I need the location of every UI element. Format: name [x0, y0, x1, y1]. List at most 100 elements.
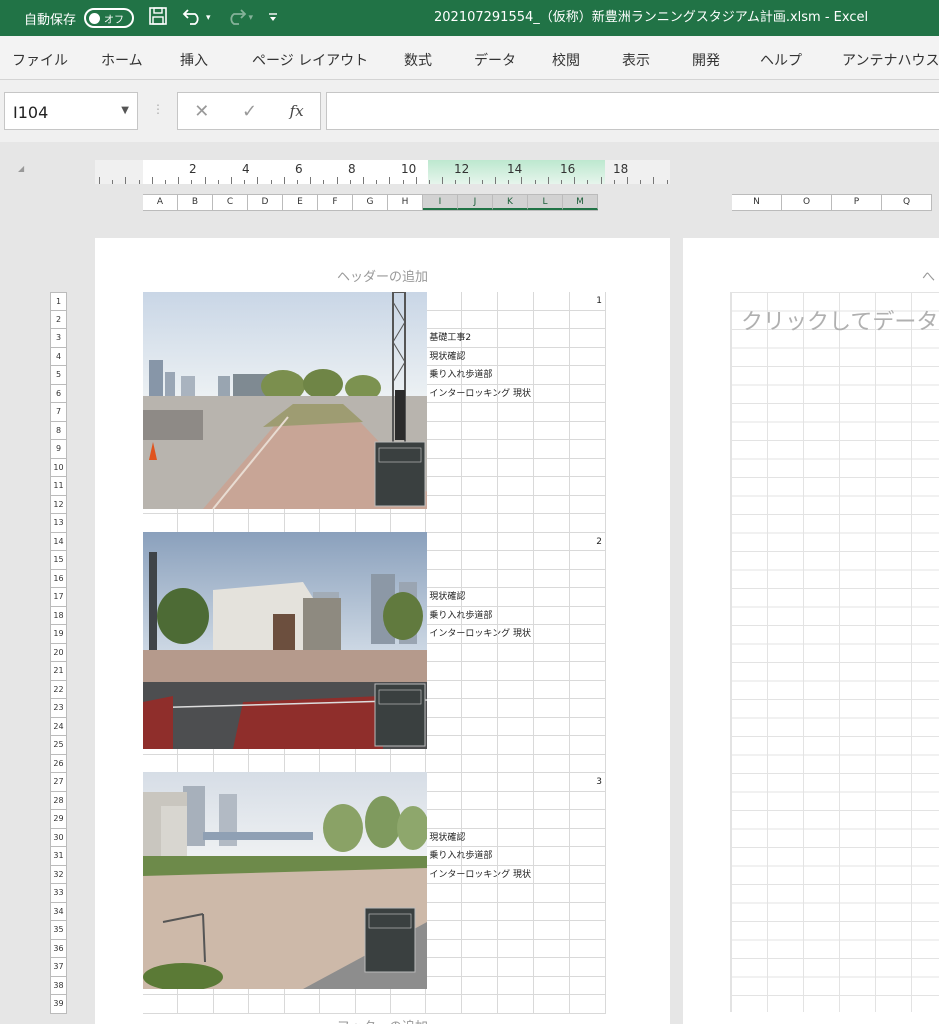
cell[interactable]	[534, 884, 571, 903]
cell[interactable]	[143, 995, 179, 1014]
cell[interactable]	[462, 366, 499, 385]
row-header[interactable]: 4	[50, 347, 67, 366]
page2-header-hint[interactable]: へ	[922, 266, 935, 285]
tab-review[interactable]: 校閲	[552, 50, 580, 70]
cell[interactable]	[570, 551, 606, 570]
cell[interactable]	[462, 421, 499, 440]
cell[interactable]	[498, 310, 535, 329]
tab-home[interactable]: ホーム	[101, 50, 143, 70]
cell[interactable]	[570, 921, 606, 940]
cell[interactable]	[355, 514, 391, 533]
column-header[interactable]: P	[832, 195, 882, 210]
cell[interactable]	[570, 310, 606, 329]
cell[interactable]	[143, 514, 179, 533]
cell[interactable]	[249, 754, 285, 773]
column-header[interactable]: E	[283, 195, 318, 210]
cell[interactable]	[570, 366, 607, 385]
cell[interactable]	[534, 680, 571, 699]
cell[interactable]	[143, 754, 179, 773]
cell[interactable]	[498, 440, 535, 459]
description-cell[interactable]: インターロッキング 現状	[426, 865, 531, 884]
cell[interactable]	[534, 440, 571, 459]
cell[interactable]	[390, 995, 427, 1014]
cell[interactable]	[462, 958, 499, 977]
row-header[interactable]: 30	[50, 828, 67, 847]
description-cell[interactable]: 乗り入れ歩道部	[426, 366, 492, 385]
cell[interactable]	[534, 791, 571, 810]
column-header[interactable]: Q	[882, 195, 932, 210]
photo-number-cell[interactable]: 2	[570, 532, 606, 551]
row-header[interactable]: 32	[50, 865, 67, 884]
column-header[interactable]: L	[528, 195, 563, 210]
footer-hint[interactable]: フッターの追加	[95, 1016, 670, 1024]
cell[interactable]	[570, 791, 606, 810]
cell[interactable]	[534, 292, 571, 311]
page2-click-hint[interactable]: クリックしてデータを	[741, 304, 939, 336]
cell[interactable]	[498, 403, 535, 422]
cell[interactable]	[462, 902, 499, 921]
cell[interactable]	[570, 495, 606, 514]
cell[interactable]	[570, 384, 607, 403]
cell[interactable]	[320, 514, 356, 533]
cell[interactable]	[498, 958, 535, 977]
cell[interactable]	[426, 514, 463, 533]
cell[interactable]	[570, 329, 607, 348]
row-header[interactable]: 29	[50, 810, 67, 829]
cell[interactable]	[498, 736, 535, 755]
row-header[interactable]: 13	[50, 514, 67, 533]
cell[interactable]	[498, 865, 535, 884]
cell[interactable]	[426, 921, 463, 940]
redo-icon[interactable]	[225, 6, 247, 30]
cell[interactable]	[534, 643, 571, 662]
row-header[interactable]: 26	[50, 754, 67, 773]
cell[interactable]	[534, 699, 571, 718]
cell[interactable]	[498, 495, 535, 514]
cell[interactable]	[390, 514, 427, 533]
column-header[interactable]: H	[388, 195, 423, 210]
cell[interactable]	[462, 403, 499, 422]
cell[interactable]	[462, 532, 499, 551]
cell[interactable]	[462, 884, 499, 903]
cell[interactable]	[462, 569, 499, 588]
cell[interactable]	[534, 717, 571, 736]
row-header[interactable]: 27	[50, 773, 67, 792]
cell[interactable]	[462, 865, 499, 884]
cell[interactable]	[462, 440, 499, 459]
undo-dropdown-icon[interactable]: ▾	[206, 13, 211, 23]
cell[interactable]	[426, 958, 463, 977]
cell[interactable]	[534, 939, 571, 958]
cell[interactable]	[570, 976, 606, 995]
cell[interactable]	[462, 828, 499, 847]
undo-icon[interactable]	[182, 6, 204, 30]
row-header[interactable]: 15	[50, 551, 67, 570]
row-header[interactable]: 19	[50, 625, 67, 644]
cell[interactable]	[462, 495, 499, 514]
cell[interactable]	[426, 976, 463, 995]
row-header[interactable]: 31	[50, 847, 67, 866]
tab-file[interactable]: ファイル	[12, 50, 68, 70]
tab-page-layout[interactable]: ページ レイアウト	[252, 50, 368, 70]
cell[interactable]	[498, 754, 535, 773]
cell[interactable]	[534, 569, 571, 588]
column-header[interactable]: O	[782, 195, 832, 210]
redo-dropdown-icon[interactable]: ▾	[249, 13, 254, 23]
cell[interactable]	[534, 902, 571, 921]
cell[interactable]	[498, 421, 535, 440]
cell[interactable]	[498, 995, 535, 1014]
column-header[interactable]: B	[178, 195, 213, 210]
description-cell[interactable]: 現状確認	[426, 828, 465, 847]
cell[interactable]	[249, 514, 285, 533]
cell[interactable]	[570, 939, 606, 958]
cell[interactable]	[426, 440, 463, 459]
cell[interactable]	[426, 643, 463, 662]
cell[interactable]	[355, 754, 391, 773]
cell[interactable]	[426, 699, 463, 718]
cell[interactable]	[462, 717, 499, 736]
row-header[interactable]: 14	[50, 532, 67, 551]
cell[interactable]	[462, 625, 499, 644]
cell[interactable]	[426, 736, 463, 755]
cell[interactable]	[426, 680, 463, 699]
cell[interactable]	[498, 643, 535, 662]
cell[interactable]	[178, 754, 214, 773]
cell[interactable]	[570, 347, 607, 366]
